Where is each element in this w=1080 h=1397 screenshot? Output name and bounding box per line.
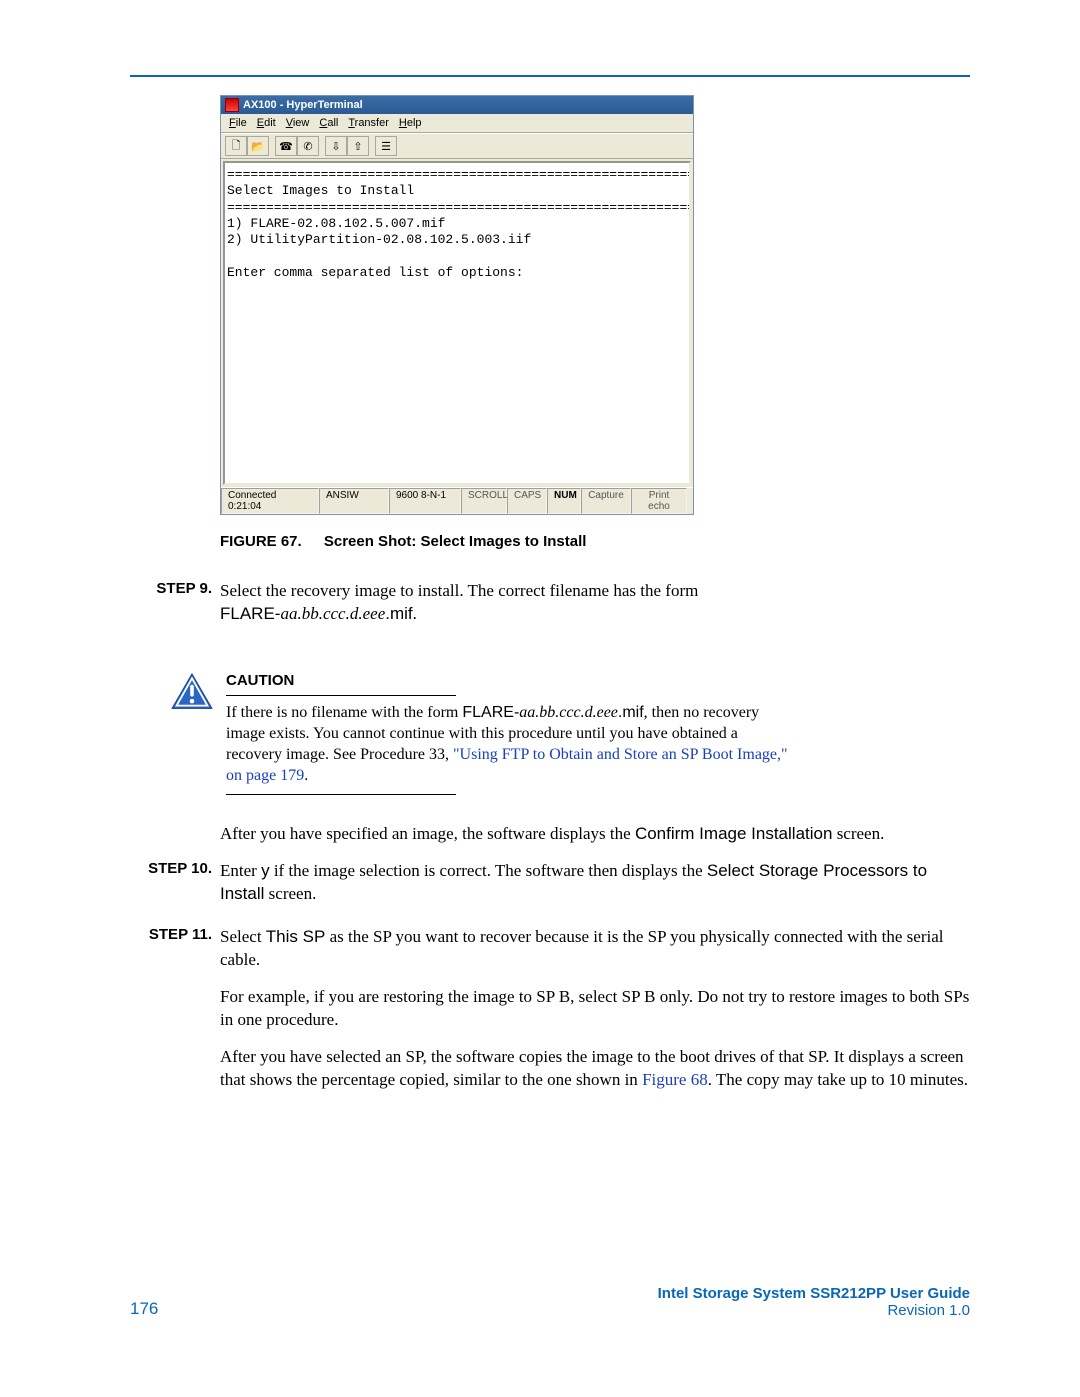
page-number: 176: [130, 1299, 158, 1319]
caution-rule-top: [226, 695, 456, 696]
footer-guide-title: Intel Storage System SSR212PP User Guide: [658, 1285, 970, 1302]
caution-text: If there is no filename with the form FL…: [226, 702, 790, 786]
step-10-label: STEP 10.: [130, 860, 220, 877]
step-10-text: Enter y if the image selection is correc…: [220, 860, 970, 906]
send-icon[interactable]: ⇩: [325, 136, 347, 156]
open-file-icon[interactable]: 📂: [247, 136, 269, 156]
menu-view[interactable]: View: [282, 116, 314, 130]
caution-rule-bottom: [226, 794, 456, 795]
header-rule: [130, 75, 970, 77]
receive-icon[interactable]: ⇧: [347, 136, 369, 156]
step-11-p1: Select This SP as the SP you want to rec…: [220, 926, 970, 972]
new-file-icon[interactable]: 🗋: [225, 136, 247, 156]
status-num: NUM: [547, 488, 581, 514]
connect-icon[interactable]: ☎: [275, 136, 297, 156]
window-toolbar: 🗋 📂 ☎ ✆ ⇩ ⇧ ☰: [221, 133, 693, 159]
footer-revision: Revision 1.0: [658, 1302, 970, 1319]
step-11-p3: After you have selected an SP, the softw…: [220, 1046, 970, 1092]
figure-68-link[interactable]: Figure 68: [642, 1070, 708, 1089]
menu-file[interactable]: File: [225, 116, 251, 130]
figure-label: FIGURE 67.: [220, 533, 302, 550]
caution-heading: CAUTION: [226, 672, 790, 689]
figure-screenshot: AX100 - HyperTerminal File Edit View Cal…: [220, 95, 970, 515]
step-9-text: Select the recovery image to install. Th…: [220, 580, 970, 626]
terminal-client-area[interactable]: ========================================…: [223, 161, 691, 485]
caution-icon: [170, 672, 226, 801]
window-statusbar: Connected 0:21:04 ANSIW 9600 8-N-1 SCROL…: [221, 487, 693, 514]
window-title: AX100 - HyperTerminal: [243, 99, 363, 111]
window-titlebar: AX100 - HyperTerminal: [221, 96, 693, 114]
status-emulation: ANSIW: [319, 488, 389, 514]
menu-edit[interactable]: Edit: [253, 116, 280, 130]
status-port: 9600 8-N-1: [389, 488, 461, 514]
page-footer: 176 Intel Storage System SSR212PP User G…: [130, 1285, 970, 1319]
status-capture: Capture: [581, 488, 631, 514]
window-menubar[interactable]: File Edit View Call Transfer Help: [221, 114, 693, 133]
status-printecho: Print echo: [631, 488, 687, 514]
after-caution-paragraph: After you have specified an image, the s…: [220, 823, 970, 846]
step-9-label: STEP 9.: [130, 580, 220, 597]
caution-block: CAUTION If there is no filename with the…: [170, 672, 970, 801]
figure-caption-text: Screen Shot: Select Images to Install: [324, 533, 587, 550]
terminal-text: ========================================…: [225, 163, 689, 285]
status-connected: Connected 0:21:04: [221, 488, 319, 514]
step-11-p2: For example, if you are restoring the im…: [220, 986, 970, 1032]
menu-transfer[interactable]: Transfer: [344, 116, 393, 130]
disconnect-icon[interactable]: ✆: [297, 136, 319, 156]
hyperterminal-window: AX100 - HyperTerminal File Edit View Cal…: [220, 95, 694, 515]
menu-help[interactable]: Help: [395, 116, 426, 130]
status-caps: CAPS: [507, 488, 547, 514]
app-system-icon: [225, 98, 239, 112]
figure-caption: FIGURE 67. Screen Shot: Select Images to…: [220, 533, 970, 550]
status-scroll: SCROLL: [461, 488, 507, 514]
menu-call[interactable]: Call: [315, 116, 342, 130]
step-11-label: STEP 11.: [130, 926, 220, 943]
properties-icon[interactable]: ☰: [375, 136, 397, 156]
